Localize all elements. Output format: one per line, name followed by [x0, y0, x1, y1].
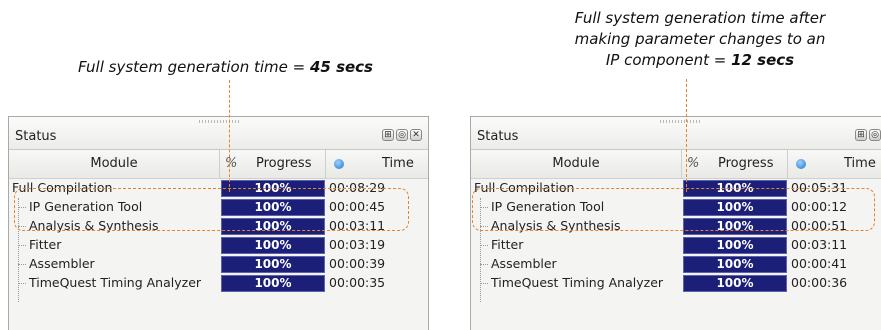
close-icon[interactable]: ✕	[410, 129, 422, 141]
elapsed-time: 00:03:11	[791, 237, 848, 252]
column-progress[interactable]: % Progress	[219, 150, 325, 178]
clock-icon	[334, 159, 344, 169]
progress-bar: 100%	[221, 275, 325, 292]
progress-bar: 100%	[221, 237, 325, 254]
percent-icon: %	[225, 156, 238, 171]
table-row[interactable]: Assembler 100% 00:00:41	[471, 255, 881, 274]
column-time[interactable]: Time	[787, 150, 881, 178]
tree-branch	[18, 264, 26, 265]
elapsed-time: 00:00:36	[791, 275, 848, 290]
column-progress[interactable]: % Progress	[681, 150, 787, 178]
panel-title: Status	[477, 129, 519, 144]
progress-bar: 100%	[683, 256, 787, 273]
tree-branch	[480, 283, 488, 284]
progress-bar: 100%	[683, 237, 787, 254]
callout-connector-left	[229, 80, 230, 192]
column-progress-label: Progress	[718, 156, 774, 171]
progress-bar: 100%	[683, 275, 787, 292]
right-caption-line1: Full system generation time after	[574, 9, 826, 27]
clock-icon	[796, 159, 806, 169]
highlight-box-left	[14, 188, 409, 231]
panel-header-buttons: ⊞ ◎ ✕	[382, 129, 422, 141]
module-name: Fitter	[29, 237, 62, 252]
panel-title: Status	[15, 129, 57, 144]
elapsed-time: 00:00:39	[329, 256, 386, 271]
right-caption-line2: making parameter changes to an	[574, 30, 826, 48]
column-module[interactable]: Module	[9, 150, 219, 178]
panel-header[interactable]: Status ⊞ ◎ ✕	[9, 117, 428, 150]
panel-header-buttons: ⊞ ◎ ✕	[855, 129, 881, 141]
highlight-box-right	[472, 188, 875, 231]
left-caption-text: Full system generation time =	[78, 58, 310, 76]
column-progress-label: Progress	[256, 156, 312, 171]
column-time-label: Time	[382, 156, 414, 171]
column-header: Module % Progress Time	[9, 150, 428, 179]
pin-icon[interactable]: ⊞	[855, 129, 867, 141]
module-name: TimeQuest Timing Analyzer	[29, 275, 202, 290]
module-name: Fitter	[491, 237, 524, 252]
tree-branch	[480, 264, 488, 265]
elapsed-time: 00:03:19	[329, 237, 386, 252]
table-row[interactable]: TimeQuest Timing Analyzer 100% 00:00:36	[471, 274, 881, 293]
left-caption: Full system generation time = 45 secs	[78, 57, 373, 78]
percent-icon: %	[687, 156, 700, 171]
table-row[interactable]: TimeQuest Timing Analyzer 100% 00:00:35	[9, 274, 428, 293]
table-row[interactable]: Fitter 100% 00:03:11	[471, 236, 881, 255]
tree-branch	[18, 245, 26, 246]
elapsed-time: 00:00:35	[329, 275, 386, 290]
drag-grip[interactable]	[660, 120, 700, 123]
restore-icon[interactable]: ◎	[396, 129, 408, 141]
elapsed-time: 00:00:41	[791, 256, 848, 271]
tree-branch	[18, 283, 26, 284]
module-name: Assembler	[491, 256, 557, 271]
table-row[interactable]: Fitter 100% 00:03:19	[9, 236, 428, 255]
column-time-label: Time	[844, 156, 876, 171]
restore-icon[interactable]: ◎	[869, 129, 881, 141]
module-name: Assembler	[29, 256, 95, 271]
column-time[interactable]: Time	[325, 150, 428, 178]
panel-header[interactable]: Status ⊞ ◎ ✕	[471, 117, 881, 150]
column-header: Module % Progress Time	[471, 150, 881, 179]
table-row[interactable]: Assembler 100% 00:00:39	[9, 255, 428, 274]
callout-connector-right	[686, 79, 687, 192]
right-caption: Full system generation time after making …	[540, 8, 860, 71]
left-caption-value: 45 secs	[309, 58, 373, 76]
pin-icon[interactable]: ⊞	[382, 129, 394, 141]
column-module[interactable]: Module	[471, 150, 681, 178]
right-caption-value: 12 secs	[731, 51, 795, 69]
drag-grip[interactable]	[198, 120, 239, 123]
module-name: TimeQuest Timing Analyzer	[491, 275, 664, 290]
tree-branch	[480, 245, 488, 246]
right-caption-line3: IP component =	[605, 51, 732, 69]
progress-bar: 100%	[221, 256, 325, 273]
